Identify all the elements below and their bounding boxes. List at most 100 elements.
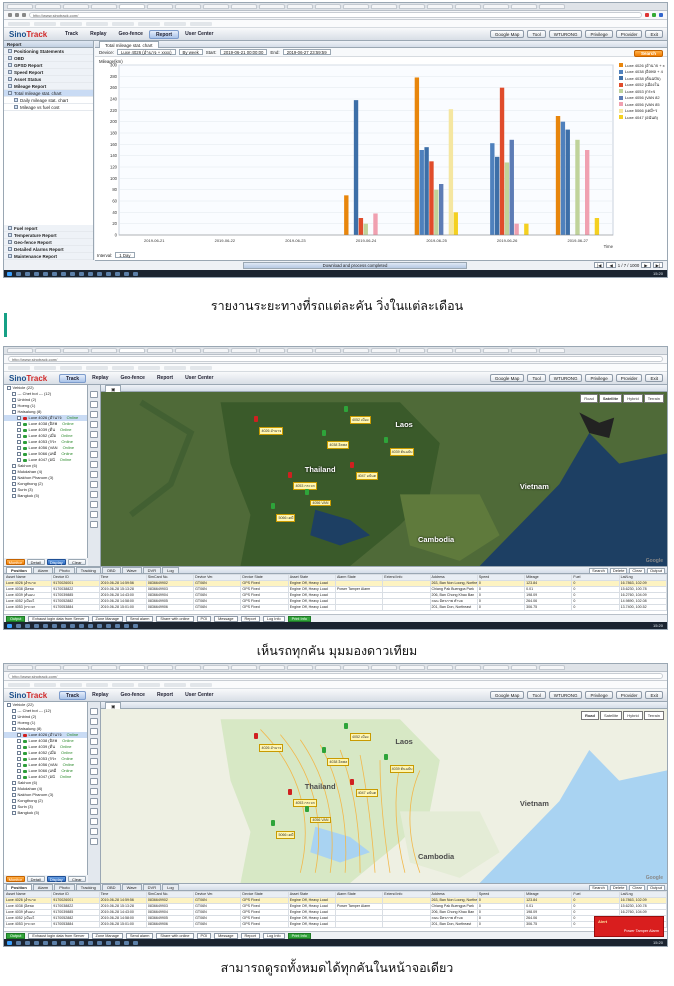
- browser-tab[interactable]: [203, 348, 229, 353]
- grid-tab[interactable]: Photo: [54, 884, 75, 890]
- menu-item[interactable]: User Center: [179, 691, 219, 700]
- taskbar-app-icon[interactable]: [106, 271, 111, 276]
- footer-button[interactable]: Send alarm: [125, 615, 154, 622]
- bookmark[interactable]: [112, 365, 134, 370]
- map-tool-icon[interactable]: [90, 838, 98, 845]
- browser-tab[interactable]: [287, 4, 313, 9]
- sidebar-item[interactable]: Daily mileage stat. chart: [4, 97, 93, 104]
- footer-button[interactable]: Output: [6, 932, 26, 939]
- footer-button[interactable]: Message: [214, 615, 238, 622]
- grid-tool-button[interactable]: Clear: [629, 885, 645, 891]
- map-type-button[interactable]: Road: [580, 394, 598, 403]
- grid-tool-button[interactable]: Delete: [609, 568, 628, 574]
- tree-checkbox[interactable]: [12, 410, 16, 414]
- map-type-button[interactable]: Road: [580, 711, 599, 720]
- header-button[interactable]: Privilege: [585, 374, 613, 382]
- menu-report[interactable]: Report: [148, 29, 180, 39]
- footer-button[interactable]: POI: [196, 932, 212, 939]
- footer-button[interactable]: Output: [6, 615, 26, 622]
- legend-item[interactable]: Luxe 4056 (VAN 82: [619, 95, 665, 102]
- browser-tab[interactable]: [511, 348, 537, 353]
- grid-tool-button[interactable]: Output: [646, 568, 665, 574]
- user-button[interactable]: WTURONG: [548, 30, 583, 38]
- taskbar-app-icon[interactable]: [70, 623, 75, 628]
- bookmark[interactable]: [34, 21, 56, 26]
- bookmark[interactable]: [60, 682, 82, 687]
- taskbar-app-icon[interactable]: [43, 271, 48, 276]
- map-tool-icon[interactable]: [90, 401, 98, 408]
- menu-item[interactable]: Geo-fence: [114, 374, 150, 383]
- tree-checkbox[interactable]: [17, 434, 21, 438]
- interval-select[interactable]: 1 Day: [115, 252, 135, 258]
- vehicle-marker-icon[interactable]: [350, 778, 355, 785]
- footer-button[interactable]: Print Info: [287, 932, 311, 939]
- bookmark[interactable]: [8, 682, 30, 687]
- tree-checkbox[interactable]: [12, 793, 16, 797]
- tree-button[interactable]: Detail: [26, 559, 45, 565]
- tree-checkbox[interactable]: [17, 775, 21, 779]
- tree-checkbox[interactable]: [17, 446, 21, 450]
- bookmark[interactable]: [86, 21, 108, 26]
- grid-tab[interactable]: Tracking: [75, 567, 101, 573]
- end-date-field[interactable]: 2019-06-27 23:59:59: [282, 49, 331, 55]
- browser-tab[interactable]: [147, 348, 173, 353]
- map-tool-icon[interactable]: [90, 718, 98, 725]
- grid-tool-button[interactable]: Search: [589, 885, 608, 891]
- map-tool-icon[interactable]: [90, 768, 98, 775]
- browser-tab[interactable]: [231, 4, 257, 9]
- browser-tab[interactable]: [455, 348, 481, 353]
- forward-icon[interactable]: [15, 13, 19, 17]
- bookmark[interactable]: [8, 21, 30, 26]
- tree-checkbox[interactable]: [12, 470, 16, 474]
- taskbar-app-icon[interactable]: [133, 940, 138, 945]
- provider-button[interactable]: Provider: [615, 30, 643, 38]
- browser-tab[interactable]: [483, 348, 509, 353]
- browser-tab[interactable]: [119, 348, 145, 353]
- taskbar-app-icon[interactable]: [124, 940, 129, 945]
- grid-tab[interactable]: Position: [6, 884, 32, 890]
- grid-tab[interactable]: Position: [6, 567, 32, 573]
- prev-page-button[interactable]: ◀: [606, 262, 616, 268]
- browser-tab[interactable]: [427, 4, 453, 9]
- browser-tab[interactable]: [7, 4, 33, 9]
- sidebar-item[interactable]: GPSD Report: [4, 62, 93, 69]
- tree-checkbox[interactable]: [12, 811, 16, 815]
- taskbar-app-icon[interactable]: [97, 271, 102, 276]
- grid-tab[interactable]: Alarm: [32, 884, 54, 890]
- map-tool-icon[interactable]: [90, 708, 98, 715]
- sidebar-item[interactable]: Total mileage stat. chart: [4, 90, 93, 97]
- browser-tab[interactable]: [455, 4, 481, 9]
- browser-tab[interactable]: [371, 665, 397, 670]
- vehicle-marker-icon[interactable]: [253, 733, 258, 740]
- browser-tab[interactable]: [539, 4, 565, 9]
- sidebar-item[interactable]: Detailed Alarms Report: [4, 246, 93, 253]
- footer-button[interactable]: POI: [196, 615, 212, 622]
- menu-replay[interactable]: Replay: [84, 30, 112, 39]
- exit-button[interactable]: Exit: [645, 30, 663, 38]
- grid-tab[interactable]: Alarm: [32, 567, 54, 573]
- browser-tab[interactable]: [539, 665, 565, 670]
- header-button[interactable]: WTURONG: [548, 374, 583, 382]
- tree-checkbox[interactable]: [12, 727, 16, 731]
- menu-item[interactable]: Replay: [86, 691, 114, 700]
- browser-tab[interactable]: [147, 665, 173, 670]
- first-page-button[interactable]: |◀: [594, 262, 605, 268]
- footer-button[interactable]: Message: [214, 932, 238, 939]
- grid-tab[interactable]: OBD: [101, 884, 121, 890]
- privilege-button[interactable]: Privilege: [585, 30, 613, 38]
- footer-button[interactable]: Log Info: [262, 615, 285, 622]
- bookmark[interactable]: [112, 21, 134, 26]
- grid-tab[interactable]: Log: [162, 884, 179, 890]
- tab-screen-map[interactable]: ▣: [105, 385, 122, 392]
- browser-tab[interactable]: [371, 4, 397, 9]
- browser-tab[interactable]: [175, 4, 201, 9]
- tree-button[interactable]: Display: [47, 876, 66, 882]
- browser-tab[interactable]: [539, 348, 565, 353]
- header-button[interactable]: Google Map: [489, 374, 525, 382]
- browser-tab[interactable]: [119, 4, 145, 9]
- map-tool-icon[interactable]: [90, 461, 98, 468]
- map-tool-icon[interactable]: [90, 521, 98, 528]
- vehicle-marker-icon[interactable]: [321, 430, 326, 437]
- sidebar-item[interactable]: OBD: [4, 55, 93, 62]
- browser-tab[interactable]: [259, 4, 285, 9]
